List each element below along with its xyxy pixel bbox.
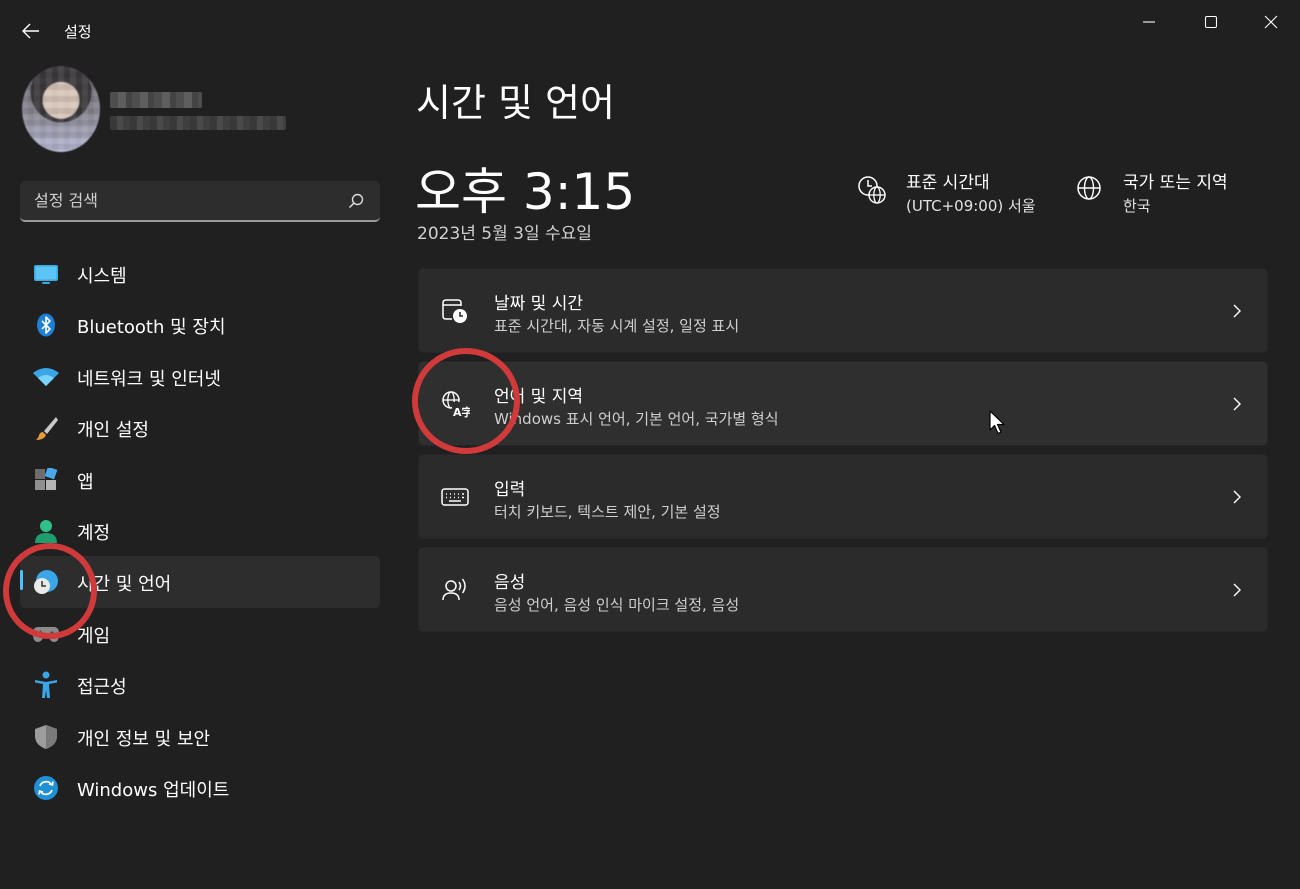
card-language-region[interactable]: A字 언어 및 지역 Windows 표시 언어, 기본 언어, 국가별 형식 [418, 361, 1268, 446]
clock-date: 2023년 5월 3일 수요일 [417, 224, 592, 244]
profile-email-redacted [110, 116, 286, 130]
title-bar: 설정 [0, 0, 1300, 60]
settings-window: 설정 시스템 Bluetoo [0, 0, 1300, 889]
sidebar-item-label: 네트워크 및 인터넷 [77, 368, 221, 390]
sidebar-item-bluetooth[interactable]: Bluetooth 및 장치 [20, 299, 380, 350]
sidebar-item-label: Windows 업데이트 [77, 779, 230, 801]
brush-icon [32, 415, 60, 441]
settings-card-list: 날짜 및 시간 표준 시간대, 자동 시계 설정, 일정 표시 A字 언어 및 … [418, 268, 1268, 640]
card-description: 표준 시간대, 자동 시계 설정, 일정 표시 [494, 317, 740, 335]
sidebar-item-label: 접근성 [77, 677, 127, 699]
back-arrow-icon [22, 23, 39, 39]
sidebar-item-windows-update[interactable]: Windows 업데이트 [20, 762, 380, 813]
timezone-globe-clock-icon [858, 176, 886, 204]
search-input[interactable] [20, 181, 340, 220]
sidebar-item-label: 계정 [77, 522, 111, 544]
region-title: 국가 또는 지역 [1123, 173, 1228, 193]
avatar[interactable] [22, 66, 100, 152]
sidebar-nav: 시스템 Bluetooth 및 장치 네트워크 및 인터넷 개인 설정 앱 계정… [20, 248, 380, 813]
sidebar-item-label: 시스템 [77, 266, 127, 287]
mouse-cursor-icon [989, 410, 1005, 435]
search-box[interactable] [20, 181, 380, 222]
minimize-icon [1143, 21, 1155, 23]
page-title: 시간 및 언어 [416, 81, 615, 125]
accessibility-icon [32, 671, 60, 699]
clock-time: 오후 3:15 [415, 163, 636, 221]
card-description: 터치 키보드, 텍스트 제안, 기본 설정 [494, 503, 721, 521]
sidebar-item-label: 앱 [77, 471, 94, 493]
card-speech[interactable]: 음성 음성 언어, 음성 인식 마이크 설정, 음성 [418, 547, 1268, 632]
chevron-right-icon [1233, 304, 1241, 318]
wifi-icon [32, 364, 60, 390]
account-icon [32, 518, 60, 544]
timezone-value: (UTC+09:00) 서울 [906, 197, 1036, 215]
search-icon[interactable] [346, 191, 366, 211]
sidebar-item-label: 개인 설정 [77, 420, 149, 442]
chevron-right-icon [1233, 397, 1241, 411]
card-typing[interactable]: 입력 터치 키보드, 텍스트 제안, 기본 설정 [418, 454, 1268, 539]
close-button[interactable] [1248, 6, 1294, 38]
maximize-button[interactable] [1188, 6, 1234, 38]
sidebar-item-network[interactable]: 네트워크 및 인터넷 [20, 351, 380, 402]
annotation-circle-time-language-nav [3, 543, 97, 639]
maximize-icon [1204, 15, 1218, 29]
globe-icon [1077, 176, 1101, 200]
update-icon [32, 775, 60, 801]
card-title: 날짜 및 시간 [494, 294, 584, 314]
keyboard-icon [439, 481, 471, 513]
card-title: 입력 [494, 480, 526, 500]
card-title: 음성 [494, 573, 526, 593]
region-value: 한국 [1123, 197, 1151, 215]
shield-icon [32, 724, 60, 750]
card-description: 음성 언어, 음성 인식 마이크 설정, 음성 [494, 596, 740, 614]
app-title: 설정 [64, 23, 92, 41]
sidebar-item-personalization[interactable]: 개인 설정 [20, 402, 380, 453]
profile-name-redacted [110, 92, 202, 108]
chevron-right-icon [1233, 583, 1241, 597]
sidebar-item-privacy[interactable]: 개인 정보 및 보안 [20, 711, 380, 762]
calendar-clock-icon [439, 295, 471, 327]
close-icon [1264, 15, 1278, 29]
minimize-button[interactable] [1126, 6, 1172, 38]
sidebar-item-accessibility[interactable]: 접근성 [20, 659, 380, 710]
timezone-title: 표준 시간대 [906, 173, 990, 193]
sidebar-item-accounts[interactable]: 계정 [20, 505, 380, 556]
system-icon [32, 261, 60, 287]
apps-icon [32, 467, 60, 493]
speech-icon [439, 574, 471, 606]
sidebar-item-apps[interactable]: 앱 [20, 454, 380, 505]
card-description: Windows 표시 언어, 기본 언어, 국가별 형식 [494, 410, 779, 428]
back-button[interactable] [14, 16, 48, 46]
card-date-time[interactable]: 날짜 및 시간 표준 시간대, 자동 시계 설정, 일정 표시 [418, 268, 1268, 353]
sidebar-item-label: Bluetooth 및 장치 [77, 317, 226, 339]
annotation-circle-language-icon [412, 348, 520, 454]
bluetooth-icon [32, 312, 60, 338]
sidebar-item-system[interactable]: 시스템 [20, 248, 380, 299]
chevron-right-icon [1233, 490, 1241, 504]
sidebar-item-label: 개인 정보 및 보안 [77, 728, 211, 750]
